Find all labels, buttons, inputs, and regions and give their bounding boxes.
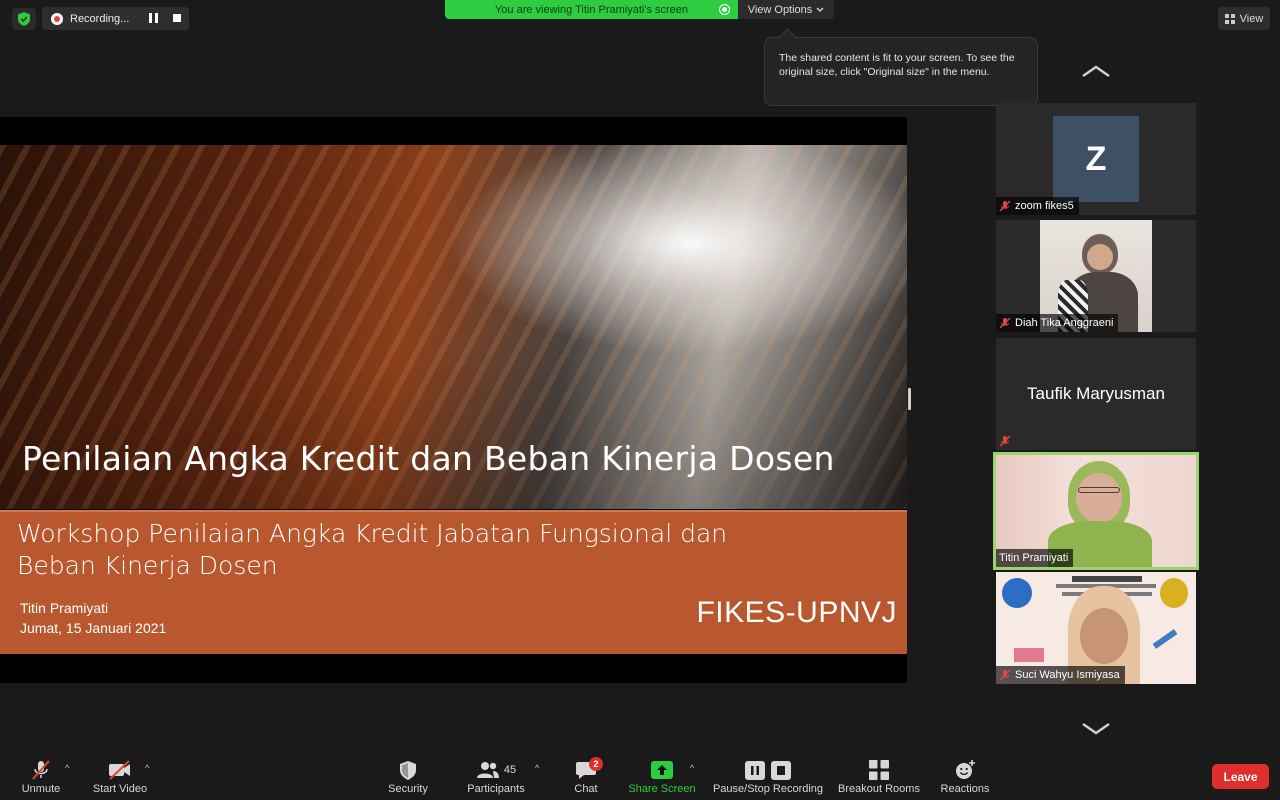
meeting-toolbar: Unmute ^ Start Video ^ Security 45 Parti… [0,753,1280,800]
share-screen-button[interactable]: Share Screen [626,753,698,800]
participant-name: Titin Pramiyati [999,552,1069,564]
breakout-rooms-button[interactable]: Breakout Rooms [836,753,922,800]
splitter-handle[interactable] [908,388,911,410]
participant-name: Suci Wahyu Ismiyasa [1015,669,1120,681]
start-video-label: Start Video [92,783,148,795]
participant-name-tag: Diah Tika Anggraeni [996,314,1119,332]
leave-button[interactable]: Leave [1212,764,1269,789]
emoji-reactions-icon [956,760,975,779]
participants-label: Participants [467,783,525,795]
recording-dot-icon [51,12,63,25]
slide-subtitle-band: Workshop Penilaian Angka Kredit Jabatan … [0,510,907,654]
share-screen-icon [651,761,673,779]
participant-tile[interactable]: Diah Tika Anggraeni [996,220,1196,332]
participants-options-caret-icon[interactable]: ^ [535,763,539,773]
unmute-button[interactable]: Unmute [18,753,64,800]
pause-icon [745,760,765,780]
slide-title: Penilaian Angka Kredit dan Beban Kinerja… [22,439,835,478]
video-options-caret-icon[interactable]: ^ [145,763,149,773]
recording-label: Recording... [70,12,130,25]
gallery-scroll-down-icon[interactable] [1081,722,1111,736]
mic-muted-icon [32,760,50,780]
participant-name: Diah Tika Anggraeni [1015,317,1114,329]
mic-muted-icon [999,669,1011,681]
fit-to-screen-tooltip: The shared content is fit to your screen… [764,37,1038,106]
security-label: Security [388,783,428,795]
chevron-down-icon [816,7,824,12]
security-button[interactable]: Security [383,753,433,800]
slide-date: Jumat, 15 Januari 2021 [20,620,167,636]
grid-view-icon [1224,13,1235,24]
view-button-label: View [1239,12,1264,25]
slide-subtitle: Workshop Penilaian Angka Kredit Jabatan … [17,519,728,580]
reactions-button[interactable]: Reactions [937,753,993,800]
view-options-label: View Options [747,3,813,16]
participant-name-centered: Taufik Maryusman [1027,384,1165,403]
tooltip-text: The shared content is fit to your screen… [779,52,1015,78]
viewing-screen-banner: You are viewing Titin Pramiyati's screen [445,0,738,19]
participant-tile[interactable]: Taufik Maryusman [996,338,1196,450]
breakout-rooms-icon [869,760,889,780]
participants-icon [476,762,499,778]
participant-tile-active-speaker[interactable]: Titin Pramiyati [993,452,1199,570]
participants-button[interactable]: 45 Participants [462,753,530,800]
chat-label: Chat [574,783,598,795]
slide-organization: FIKES-UPNVJ [696,596,897,629]
slide-author: Titin Pramiyati [20,600,109,616]
participant-name-tag: Titin Pramiyati [996,549,1074,567]
audio-options-caret-icon[interactable]: ^ [65,763,69,773]
gallery-scroll-up-icon[interactable] [1081,64,1111,78]
avatar: Z [1053,116,1139,202]
reactions-label: Reactions [940,783,990,795]
share-screen-label: Share Screen [628,783,696,795]
video-off-icon [109,760,130,780]
chat-button[interactable]: 2 Chat [566,753,606,800]
participant-name: zoom fikes5 [1015,200,1074,212]
breakout-rooms-label: Breakout Rooms [838,783,920,795]
participant-name-tag [996,432,1016,450]
participant-name-tag: Suci Wahyu Ismiyasa [996,666,1125,684]
recording-indicator: Recording... [42,7,189,30]
participant-tile[interactable]: Suci Wahyu Ismiyasa [996,572,1196,684]
share-options-caret-icon[interactable]: ^ [690,763,694,773]
mic-muted-icon [999,317,1011,329]
unmute-label: Unmute [21,783,61,795]
participant-name-tag: zoom fikes5 [996,197,1079,215]
share-status-icon [719,4,730,15]
security-shield-icon[interactable] [12,8,36,30]
slide-author-block: Titin Pramiyati Jumat, 15 Januari 2021 [20,598,166,638]
chat-unread-badge: 2 [589,757,603,771]
mic-muted-icon [999,435,1011,447]
participants-count: 45 [503,764,517,776]
view-options-button[interactable]: View Options [738,0,834,19]
pause-stop-recording-button[interactable]: Pause/Stop Recording [710,753,826,800]
view-button[interactable]: View [1218,7,1270,30]
stop-icon [771,760,791,780]
stop-recording-icon[interactable] [173,14,181,22]
pause-recording-icon[interactable] [149,13,158,23]
start-video-button[interactable]: Start Video [88,753,152,800]
shield-icon [400,760,416,780]
shared-screen[interactable]: Penilaian Angka Kredit dan Beban Kinerja… [0,117,907,683]
pause-stop-recording-label: Pause/Stop Recording [712,783,824,795]
viewing-banner-text: You are viewing Titin Pramiyati's screen [494,3,689,16]
participant-tile[interactable]: Z zoom fikes5 [996,103,1196,215]
mic-muted-icon [999,200,1011,212]
